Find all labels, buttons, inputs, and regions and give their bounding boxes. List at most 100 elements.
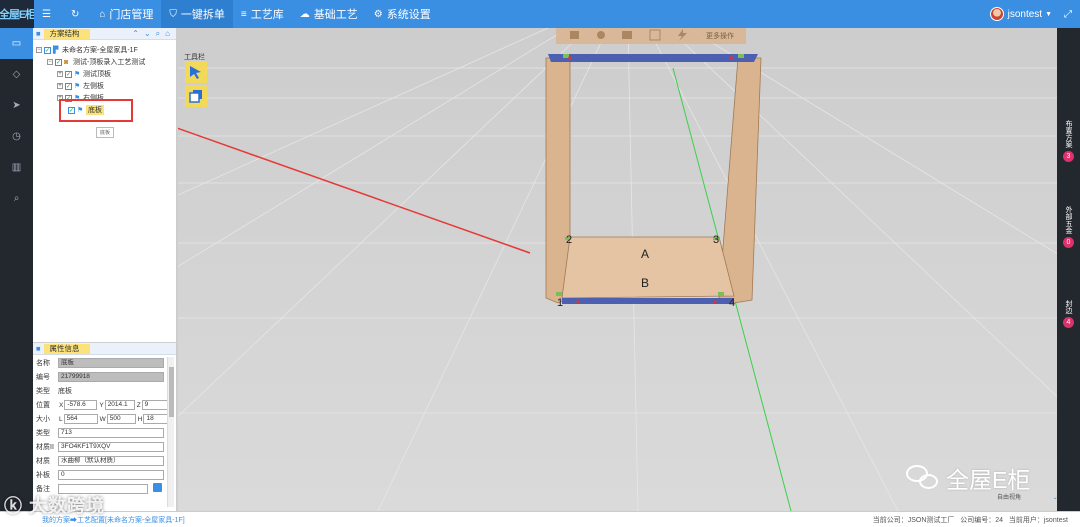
tree-node-label: 测试顶板 [83,71,111,78]
view-mode-label[interactable]: 自由视角 ⌄ [997,492,1058,501]
save-icon[interactable] [153,483,162,492]
3d-viewport[interactable]: 2 3 1 4 A B 更多操作 [178,28,1057,511]
tree-node-top-panel[interactable]: + ✓ ⚑ 测试顶板 [57,69,111,79]
menu-toggle-button[interactable]: ☰ [34,0,63,28]
prop-row-type: 类型 底板 [36,386,72,396]
position-y-field[interactable]: 2014.1 [104,400,135,410]
tab-label: 外部五金 [1065,206,1072,234]
tree-checkbox[interactable]: ✓ [55,58,62,66]
scrollbar[interactable] [167,357,174,507]
scrollbar-thumb[interactable] [169,367,174,417]
panel-header: ■ 属性信息 [33,343,176,355]
refresh-button[interactable]: ↻ [63,0,91,28]
card-icon[interactable]: ▭ [0,28,33,59]
nav-label: 基础工艺 [313,9,358,21]
highlight-box [59,99,133,122]
tree-checkbox[interactable]: ✓ [44,46,51,54]
collapse-toggle[interactable]: − [47,59,53,65]
wechat-icon [906,465,940,491]
nav-system-settings[interactable]: ⚙ 系统设置 [366,0,439,28]
nav-one-click-split[interactable]: ⛉ 一键拆单 [161,0,233,28]
prop-key: 类型 [36,430,50,437]
left-icon-bar: ▭ ◇ ➤ ◷ ▥ ⌕ [0,28,33,527]
expand-toggle[interactable]: + [57,71,63,77]
prop-key: 编号 [36,374,50,381]
select-tool-button[interactable] [185,61,207,83]
copy-icon[interactable] [570,31,579,39]
patch-field[interactable]: 0 [58,470,164,480]
external-hardware-tab[interactable]: 外部五金 0 [1057,206,1080,248]
clock-icon[interactable]: ◷ [0,121,33,152]
tree-node-cabinet[interactable]: − ✓ ◙ 测试-顶板录入工艺测试 [47,57,145,67]
prop-key: 名称 [36,360,50,367]
layers-icon[interactable] [622,31,632,39]
prop-row-position: 位置 X -578.6 Y 2014.1 Z9 [36,400,168,410]
prop-key: 补板 [36,472,50,479]
prop-key: 类型 [36,388,50,395]
search-icon[interactable]: ⌕ [0,183,33,214]
x-axis-label: X [59,401,64,409]
diamond-icon[interactable]: ◇ [0,59,33,90]
code-field[interactable]: 21799918 [58,372,164,382]
material-field[interactable]: 水曲柳（默认材质） [58,456,164,466]
position-x-field[interactable]: -578.6 [64,400,98,410]
collapse-toggle[interactable]: − [36,47,42,53]
tree-node-root[interactable]: − ✓ ▛ 未命名方案-全屋家具-1F [36,45,138,55]
send-icon[interactable]: ➤ [0,90,33,121]
name-field[interactable]: 底板 [58,358,164,368]
layout-scheme-tab[interactable]: 布置方案 3 [1057,120,1080,162]
tree-node-left-panel[interactable]: + ✓ ⚑ 左侧板 [57,81,104,91]
bottom-panel-edge[interactable] [562,298,734,304]
panel-icon: ■ [36,29,41,38]
type2-field[interactable]: 713 [58,428,164,438]
tab-label: 封边 [1065,300,1072,314]
current-user-text: 当前用户：jsontest [1008,516,1068,524]
prop-row-code: 编号 21799918 [36,372,164,382]
tree-node-label: 未命名方案-全屋家具-1F [62,47,138,54]
more-ops-label[interactable]: 更多操作 [706,31,734,40]
shield-icon: ⛉ [169,8,177,20]
nav-label: 工艺库 [250,9,284,21]
nav-store-management[interactable]: ⌂ 门店管理 [91,0,161,28]
expand-toggle[interactable]: + [57,83,63,89]
fullscreen-icon[interactable]: ⤢ [1064,9,1072,20]
tree-checkbox[interactable]: ✓ [65,82,72,90]
panel-flag-icon: ⚑ [74,70,81,78]
target-icon[interactable] [597,31,605,39]
scene-canvas[interactable]: 2 3 1 4 A B 更多操作 [178,28,1057,511]
user-menu[interactable]: jsontest [1008,9,1042,20]
material-id-field[interactable]: 3FO4KF1T9XQV [58,442,164,452]
chevron-down-icon[interactable]: ▼ [1045,11,1052,18]
size-l-field[interactable]: 564 [63,414,98,424]
size-w-field[interactable]: 500 [106,414,136,424]
top-navbar: 全屋E柜 ☰ ↻ ⌂ 门店管理 ⛉ 一键拆单 ≡ 工艺库 ☁ 基础工艺 ⚙ 系统设置 js… [0,0,1080,28]
scheme-icon: ▛ [53,46,59,54]
trash-icon[interactable]: ▥ [0,152,33,183]
top-panel-edge[interactable] [548,54,758,62]
nav-basic-craft[interactable]: ☁ 基础工艺 [292,0,366,28]
prop-row-size: 大小 L 564 W 500 H 18 [36,414,170,424]
company-no-text: 公司编号：24 [960,516,1004,524]
company-text: 当前公司：JSON测试工厂 [872,516,955,524]
size-h-field[interactable]: 18 [143,414,170,424]
expand-all-icon[interactable]: ⌃ [132,29,139,39]
position-z-field[interactable]: 9 [141,400,168,410]
copy-tool-button[interactable] [185,85,207,107]
status-bar: 我的方案➡工艺配置[未命名方案-全屋家具-1F] 当前公司：JSON测试工厂 公… [0,511,1080,527]
collapse-all-icon[interactable]: ⌄ [144,29,151,39]
count-badge: 0 [1063,237,1074,248]
scheme-structure-panel: ■ 方案结构 ⌃ ⌄ ⌕ ⌂ − ✓ ▛ 未命名方案-全屋家具-1F − ✓ ◙ 测试-顶板… [33,28,177,342]
cloud-icon: ☁ [299,8,310,20]
face-b-label: B [641,276,649,290]
status-info: 当前公司：JSON测试工厂 公司编号：24 当前用户：jsontest [873,515,1068,525]
height-label: H [137,415,143,423]
edge-banding-tab[interactable]: 封边 4 [1057,300,1080,328]
tree-checkbox[interactable]: ✓ [65,70,72,78]
prop-row-patch: 补板 0 [36,470,164,480]
view-mode-text: 自由视角 [997,495,1022,501]
avatar[interactable] [989,7,1004,21]
search-icon[interactable]: ⌕ [156,29,160,39]
home-icon[interactable]: ⌂ [165,29,170,39]
nav-craft-library[interactable]: ≡ 工艺库 [233,0,292,28]
tab-label: 布置方案 [1065,120,1072,148]
